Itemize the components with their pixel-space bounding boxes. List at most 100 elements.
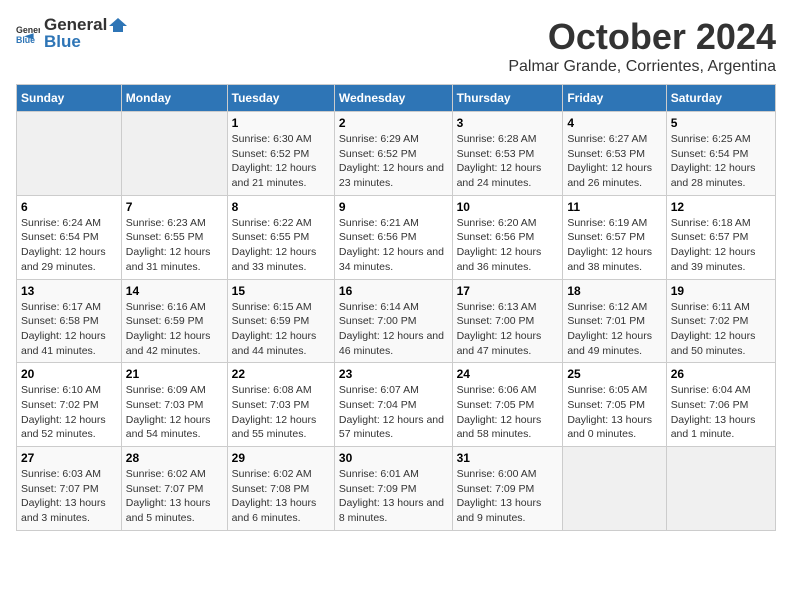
calendar-cell: 9 Sunrise: 6:21 AMSunset: 6:56 PMDaylight… xyxy=(334,195,452,279)
calendar-cell: 13Sunrise: 6:17 AMSunset: 6:58 PMDayligh… xyxy=(17,279,122,363)
calendar-cell: 18 Sunrise: 6:12 AMSunset: 7:01 PMDayligh… xyxy=(563,279,666,363)
day-detail: Sunrise: 6:01 AMSunset: 7:09 PMDaylight:… xyxy=(339,467,448,526)
day-number: 1 xyxy=(232,116,330,130)
calendar-cell: 31 Sunrise: 6:00 AMSunset: 7:09 PMDayligh… xyxy=(452,447,563,531)
calendar-cell: 5 Sunrise: 6:25 AMSunset: 6:54 PMDaylight… xyxy=(666,112,775,196)
calendar-cell: 4Sunrise: 6:27 AMSunset: 6:53 PMDaylight… xyxy=(563,112,666,196)
calendar-cell: 14Sunrise: 6:16 AMSunset: 6:59 PMDayligh… xyxy=(121,279,227,363)
calendar-cell: 11 Sunrise: 6:19 AMSunset: 6:57 PMDayligh… xyxy=(563,195,666,279)
day-number: 8 xyxy=(232,200,330,214)
day-detail: Sunrise: 6:27 AMSunset: 6:53 PMDaylight:… xyxy=(567,132,661,191)
day-detail: Sunrise: 6:29 AMSunset: 6:52 PMDaylight:… xyxy=(339,132,448,191)
day-detail: Sunrise: 6:06 AMSunset: 7:05 PMDaylight:… xyxy=(457,383,559,442)
day-detail: Sunrise: 6:21 AMSunset: 6:56 PMDaylight:… xyxy=(339,216,448,275)
day-number: 11 xyxy=(567,200,661,214)
calendar-cell: 22Sunrise: 6:08 AMSunset: 7:03 PMDayligh… xyxy=(227,363,334,447)
svg-text:Blue: Blue xyxy=(16,34,35,44)
day-detail: Sunrise: 6:22 AMSunset: 6:55 PMDaylight:… xyxy=(232,216,330,275)
calendar-cell xyxy=(666,447,775,531)
subtitle: Palmar Grande, Corrientes, Argentina xyxy=(508,58,776,76)
day-number: 2 xyxy=(339,116,448,130)
calendar-cell: 24 Sunrise: 6:06 AMSunset: 7:05 PMDayligh… xyxy=(452,363,563,447)
day-number: 28 xyxy=(126,451,223,465)
header-thursday: Thursday xyxy=(452,85,563,112)
day-detail: Sunrise: 6:28 AMSunset: 6:53 PMDaylight:… xyxy=(457,132,559,191)
day-number: 27 xyxy=(21,451,117,465)
header: General Blue General Blue October 2024 P… xyxy=(16,16,776,76)
header-monday: Monday xyxy=(121,85,227,112)
day-number: 3 xyxy=(457,116,559,130)
day-detail: Sunrise: 6:03 AMSunset: 7:07 PMDaylight:… xyxy=(21,467,117,526)
logo-icon: General Blue xyxy=(16,22,40,46)
calendar-cell: 10 Sunrise: 6:20 AMSunset: 6:56 PMDayligh… xyxy=(452,195,563,279)
title-section: October 2024 Palmar Grande, Corrientes, … xyxy=(508,16,776,76)
header-wednesday: Wednesday xyxy=(334,85,452,112)
day-detail: Sunrise: 6:14 AMSunset: 7:00 PMDaylight:… xyxy=(339,300,448,359)
day-detail: Sunrise: 6:25 AMSunset: 6:54 PMDaylight:… xyxy=(671,132,771,191)
day-number: 12 xyxy=(671,200,771,214)
day-detail: Sunrise: 6:19 AMSunset: 6:57 PMDaylight:… xyxy=(567,216,661,275)
calendar-cell: 29 Sunrise: 6:02 AMSunset: 7:08 PMDayligh… xyxy=(227,447,334,531)
day-detail: Sunrise: 6:10 AMSunset: 7:02 PMDaylight:… xyxy=(21,383,117,442)
calendar-cell xyxy=(121,112,227,196)
calendar-cell: 12Sunrise: 6:18 AMSunset: 6:57 PMDayligh… xyxy=(666,195,775,279)
day-detail: Sunrise: 6:02 AMSunset: 7:07 PMDaylight:… xyxy=(126,467,223,526)
calendar-cell xyxy=(17,112,122,196)
day-number: 6 xyxy=(21,200,117,214)
day-detail: Sunrise: 6:23 AMSunset: 6:55 PMDaylight:… xyxy=(126,216,223,275)
day-number: 17 xyxy=(457,284,559,298)
day-number: 7 xyxy=(126,200,223,214)
day-detail: Sunrise: 6:02 AMSunset: 7:08 PMDaylight:… xyxy=(232,467,330,526)
calendar-cell xyxy=(563,447,666,531)
header-friday: Friday xyxy=(563,85,666,112)
calendar-cell: 17Sunrise: 6:13 AMSunset: 7:00 PMDayligh… xyxy=(452,279,563,363)
day-number: 24 xyxy=(457,367,559,381)
calendar-week-5: 27 Sunrise: 6:03 AMSunset: 7:07 PMDayligh… xyxy=(17,447,776,531)
calendar-cell: 19 Sunrise: 6:11 AMSunset: 7:02 PMDayligh… xyxy=(666,279,775,363)
calendar-cell: 6Sunrise: 6:24 AMSunset: 6:54 PMDaylight… xyxy=(17,195,122,279)
day-number: 30 xyxy=(339,451,448,465)
calendar-cell: 15 Sunrise: 6:15 AMSunset: 6:59 PMDayligh… xyxy=(227,279,334,363)
calendar-cell: 3 Sunrise: 6:28 AMSunset: 6:53 PMDaylight… xyxy=(452,112,563,196)
day-detail: Sunrise: 6:12 AMSunset: 7:01 PMDaylight:… xyxy=(567,300,661,359)
logo: General Blue General Blue xyxy=(16,16,127,51)
calendar-cell: 7 Sunrise: 6:23 AMSunset: 6:55 PMDaylight… xyxy=(121,195,227,279)
calendar-cell: 28 Sunrise: 6:02 AMSunset: 7:07 PMDayligh… xyxy=(121,447,227,531)
header-tuesday: Tuesday xyxy=(227,85,334,112)
day-detail: Sunrise: 6:00 AMSunset: 7:09 PMDaylight:… xyxy=(457,467,559,526)
calendar-cell: 21 Sunrise: 6:09 AMSunset: 7:03 PMDayligh… xyxy=(121,363,227,447)
logo-bird-icon xyxy=(109,18,127,32)
day-number: 29 xyxy=(232,451,330,465)
day-number: 18 xyxy=(567,284,661,298)
calendar-week-4: 20 Sunrise: 6:10 AMSunset: 7:02 PMDayligh… xyxy=(17,363,776,447)
day-number: 9 xyxy=(339,200,448,214)
calendar-cell: 16Sunrise: 6:14 AMSunset: 7:00 PMDayligh… xyxy=(334,279,452,363)
day-number: 20 xyxy=(21,367,117,381)
calendar-cell: 25Sunrise: 6:05 AMSunset: 7:05 PMDayligh… xyxy=(563,363,666,447)
day-number: 21 xyxy=(126,367,223,381)
day-number: 26 xyxy=(671,367,771,381)
day-detail: Sunrise: 6:20 AMSunset: 6:56 PMDaylight:… xyxy=(457,216,559,275)
calendar-cell: 2 Sunrise: 6:29 AMSunset: 6:52 PMDaylight… xyxy=(334,112,452,196)
calendar-cell: 23Sunrise: 6:07 AMSunset: 7:04 PMDayligh… xyxy=(334,363,452,447)
calendar-header-row: SundayMondayTuesdayWednesdayThursdayFrid… xyxy=(17,85,776,112)
day-detail: Sunrise: 6:16 AMSunset: 6:59 PMDaylight:… xyxy=(126,300,223,359)
day-detail: Sunrise: 6:15 AMSunset: 6:59 PMDaylight:… xyxy=(232,300,330,359)
day-detail: Sunrise: 6:11 AMSunset: 7:02 PMDaylight:… xyxy=(671,300,771,359)
day-number: 15 xyxy=(232,284,330,298)
main-title: October 2024 xyxy=(508,16,776,58)
day-number: 19 xyxy=(671,284,771,298)
day-detail: Sunrise: 6:08 AMSunset: 7:03 PMDaylight:… xyxy=(232,383,330,442)
header-saturday: Saturday xyxy=(666,85,775,112)
day-number: 25 xyxy=(567,367,661,381)
calendar-week-3: 13Sunrise: 6:17 AMSunset: 6:58 PMDayligh… xyxy=(17,279,776,363)
day-number: 5 xyxy=(671,116,771,130)
day-number: 10 xyxy=(457,200,559,214)
calendar-cell: 26 Sunrise: 6:04 AMSunset: 7:06 PMDayligh… xyxy=(666,363,775,447)
calendar-table: SundayMondayTuesdayWednesdayThursdayFrid… xyxy=(16,84,776,531)
day-detail: Sunrise: 6:09 AMSunset: 7:03 PMDaylight:… xyxy=(126,383,223,442)
day-detail: Sunrise: 6:30 AMSunset: 6:52 PMDaylight:… xyxy=(232,132,330,191)
day-number: 23 xyxy=(339,367,448,381)
day-number: 31 xyxy=(457,451,559,465)
day-detail: Sunrise: 6:04 AMSunset: 7:06 PMDaylight:… xyxy=(671,383,771,442)
